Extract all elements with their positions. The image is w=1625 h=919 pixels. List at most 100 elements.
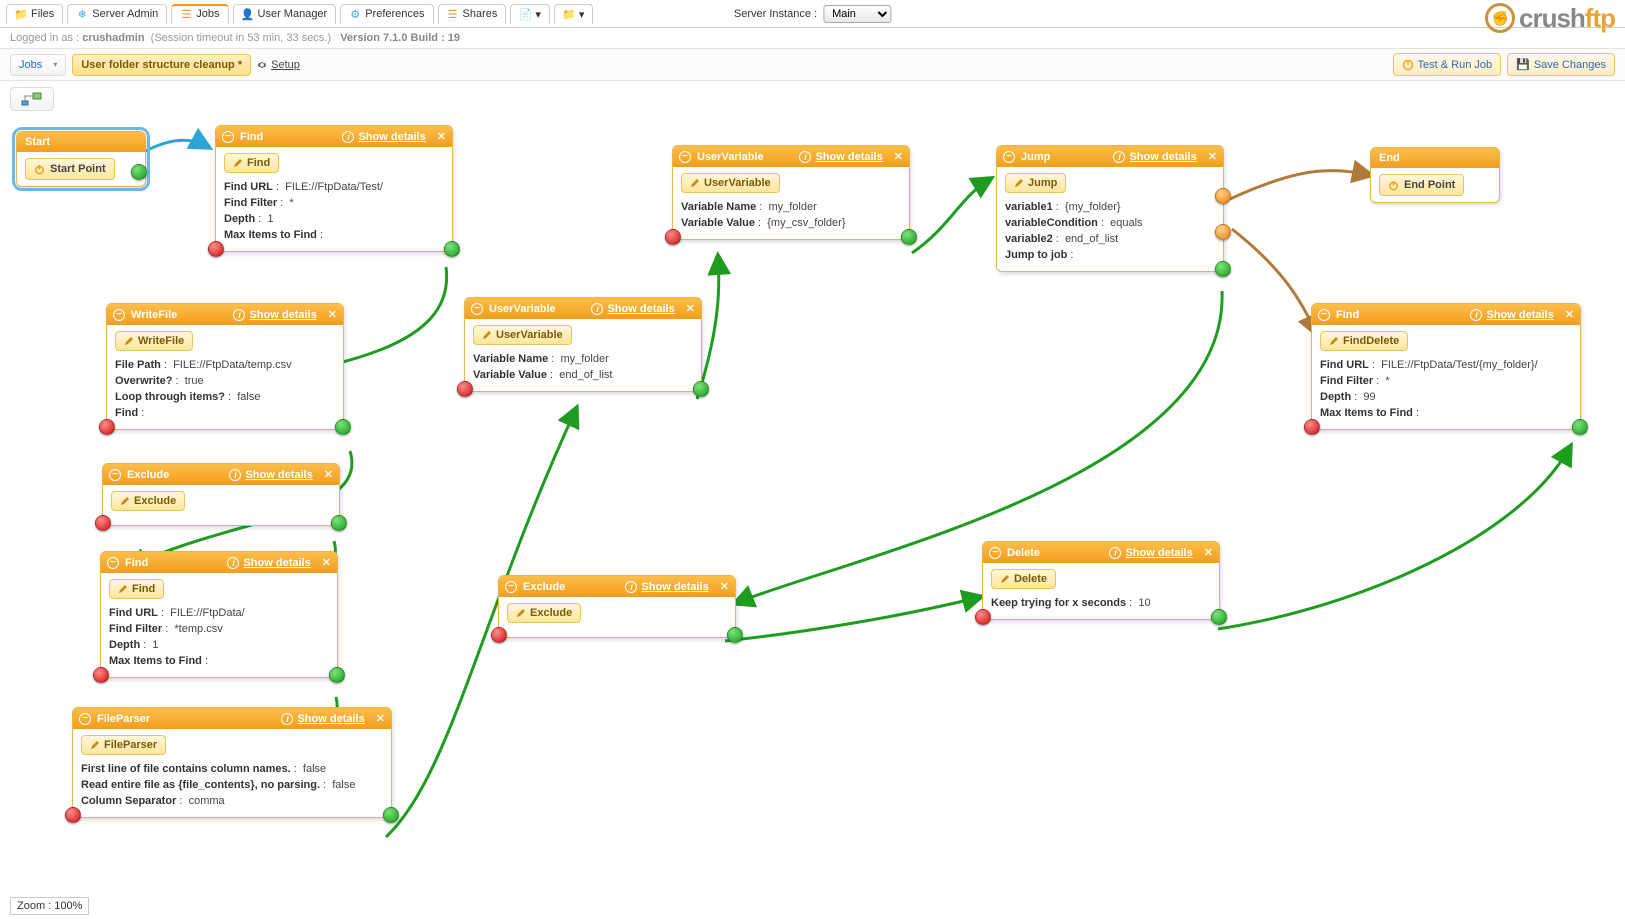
port-out-green[interactable] xyxy=(1215,261,1231,277)
port-fail-red[interactable] xyxy=(65,807,81,823)
port-out-green[interactable] xyxy=(329,667,345,683)
close-icon[interactable]: ✕ xyxy=(894,150,903,163)
close-icon[interactable]: ✕ xyxy=(328,308,337,321)
collapse-icon[interactable]: − xyxy=(222,131,234,143)
port-fail-red[interactable] xyxy=(93,667,109,683)
node-start[interactable]: Start Start Point xyxy=(16,131,146,187)
port-false-orange[interactable] xyxy=(1215,224,1231,240)
tab-jobs[interactable]: ☰Jobs xyxy=(171,4,228,24)
port-fail-red[interactable] xyxy=(208,241,224,257)
test-run-button[interactable]: Test & Run Job xyxy=(1393,53,1502,76)
tab-extra-2[interactable]: 📁▾ xyxy=(554,4,594,24)
port-fail-red[interactable] xyxy=(1304,419,1320,435)
show-details-link[interactable]: Show details xyxy=(297,713,364,725)
show-details-link[interactable]: Show details xyxy=(1486,309,1553,321)
save-changes-button[interactable]: 💾 Save Changes xyxy=(1507,53,1615,76)
port-out-green[interactable] xyxy=(693,381,709,397)
node-tag[interactable]: Exclude xyxy=(507,603,581,623)
node-tag[interactable]: Delete xyxy=(991,569,1056,589)
close-icon[interactable]: ✕ xyxy=(1565,308,1574,321)
tab-shares[interactable]: ☰Shares xyxy=(438,4,507,24)
port-out-green[interactable] xyxy=(1211,609,1227,625)
tab-user-manager[interactable]: 👤User Manager xyxy=(233,4,337,24)
server-instance-select[interactable]: Main xyxy=(823,5,891,23)
show-details-link[interactable]: Show details xyxy=(607,303,674,315)
node-tag[interactable]: UserVariable xyxy=(681,173,780,193)
port-out-green[interactable] xyxy=(383,807,399,823)
port-out-green[interactable] xyxy=(727,627,743,643)
collapse-icon[interactable]: − xyxy=(1318,309,1330,321)
node-delete[interactable]: − Delete iShow details ✕ Delete Keep try… xyxy=(982,541,1220,620)
jobs-dropdown[interactable]: Jobs ▾ xyxy=(10,54,66,76)
tab-preferences[interactable]: ⚙Preferences xyxy=(340,4,433,24)
node-tag[interactable]: FileParser xyxy=(81,735,166,755)
collapse-icon[interactable]: − xyxy=(107,557,119,569)
node-tag[interactable]: Find xyxy=(109,579,164,599)
port-out-green[interactable] xyxy=(1572,419,1588,435)
close-icon[interactable]: ✕ xyxy=(437,130,446,143)
collapse-icon[interactable]: − xyxy=(1003,151,1015,163)
show-details-link[interactable]: Show details xyxy=(358,131,425,143)
close-icon[interactable]: ✕ xyxy=(322,556,331,569)
node-end[interactable]: End End Point xyxy=(1370,147,1500,203)
tab-files[interactable]: 📁Files xyxy=(6,4,63,24)
node-find-delete[interactable]: − Find iShow details ✕ FindDelete Find U… xyxy=(1311,303,1581,430)
canvas-tool-button[interactable] xyxy=(10,87,54,111)
close-icon[interactable]: ✕ xyxy=(1204,546,1213,559)
node-row: Keep trying for x seconds : 10 xyxy=(991,595,1211,611)
close-icon[interactable]: ✕ xyxy=(720,580,729,593)
node-uservariable-top[interactable]: − UserVariable iShow details ✕ UserVaria… xyxy=(672,145,910,240)
flow-canvas[interactable]: Start Start Point End End Point − Find i… xyxy=(0,117,1625,902)
collapse-icon[interactable]: − xyxy=(109,469,121,481)
collapse-icon[interactable]: − xyxy=(679,151,691,163)
node-tag[interactable]: Jump xyxy=(1005,173,1066,193)
port-fail-red[interactable] xyxy=(457,381,473,397)
collapse-icon[interactable]: − xyxy=(79,713,91,725)
close-icon[interactable]: ✕ xyxy=(324,468,333,481)
show-details-link[interactable]: Show details xyxy=(243,557,310,569)
close-icon[interactable]: ✕ xyxy=(1208,150,1217,163)
setup-link[interactable]: Setup xyxy=(257,59,300,71)
port-fail-red[interactable] xyxy=(665,229,681,245)
tab-extra-1[interactable]: 📄▾ xyxy=(510,4,550,24)
collapse-icon[interactable]: − xyxy=(113,309,125,321)
port-fail-red[interactable] xyxy=(95,515,111,531)
node-writefile[interactable]: − WriteFile iShow details ✕ WriteFile Fi… xyxy=(106,303,344,430)
port-out-green[interactable] xyxy=(131,164,147,180)
node-jump[interactable]: − Jump iShow details ✕ Jump variable1 : … xyxy=(996,145,1224,272)
node-fileparser[interactable]: − FileParser iShow details ✕ FileParser … xyxy=(72,707,392,818)
node-tag[interactable]: WriteFile xyxy=(115,331,193,351)
close-icon[interactable]: ✕ xyxy=(686,302,695,315)
node-tag[interactable]: Exclude xyxy=(111,491,185,511)
show-details-link[interactable]: Show details xyxy=(641,581,708,593)
collapse-icon[interactable]: − xyxy=(471,303,483,315)
collapse-icon[interactable]: − xyxy=(505,581,517,593)
show-details-link[interactable]: Show details xyxy=(815,151,882,163)
show-details-link[interactable]: Show details xyxy=(1129,151,1196,163)
port-out-green[interactable] xyxy=(335,419,351,435)
show-details-link[interactable]: Show details xyxy=(1125,547,1192,559)
port-fail-red[interactable] xyxy=(491,627,507,643)
node-exclude-2[interactable]: − Exclude iShow details ✕ Exclude xyxy=(498,575,736,638)
show-details-link[interactable]: Show details xyxy=(249,309,316,321)
port-fail-red[interactable] xyxy=(975,609,991,625)
node-tag[interactable]: UserVariable xyxy=(473,325,572,345)
tab-server-admin[interactable]: ❄Server Admin xyxy=(67,4,167,24)
port-out-green[interactable] xyxy=(444,241,460,257)
node-exclude-1[interactable]: − Exclude iShow details ✕ Exclude xyxy=(102,463,340,526)
node-uservariable-mid[interactable]: − UserVariable iShow details ✕ UserVaria… xyxy=(464,297,702,392)
node-tag[interactable]: FindDelete xyxy=(1320,331,1408,351)
node-find-2[interactable]: − Find iShow details ✕ Find Find URL : F… xyxy=(100,551,338,678)
port-true-orange[interactable] xyxy=(1215,188,1231,204)
collapse-icon[interactable]: − xyxy=(989,547,1001,559)
current-job-name[interactable]: User folder structure cleanup * xyxy=(72,54,251,76)
port-fail-red[interactable] xyxy=(99,419,115,435)
port-out-green[interactable] xyxy=(331,515,347,531)
start-point-button[interactable]: Start Point xyxy=(25,158,115,180)
show-details-link[interactable]: Show details xyxy=(245,469,312,481)
node-find-1[interactable]: − Find iShow details ✕ Find Find URL : F… xyxy=(215,125,453,252)
end-point-button[interactable]: End Point xyxy=(1379,174,1464,196)
close-icon[interactable]: ✕ xyxy=(376,712,385,725)
node-tag[interactable]: Find xyxy=(224,153,279,173)
port-out-green[interactable] xyxy=(901,229,917,245)
